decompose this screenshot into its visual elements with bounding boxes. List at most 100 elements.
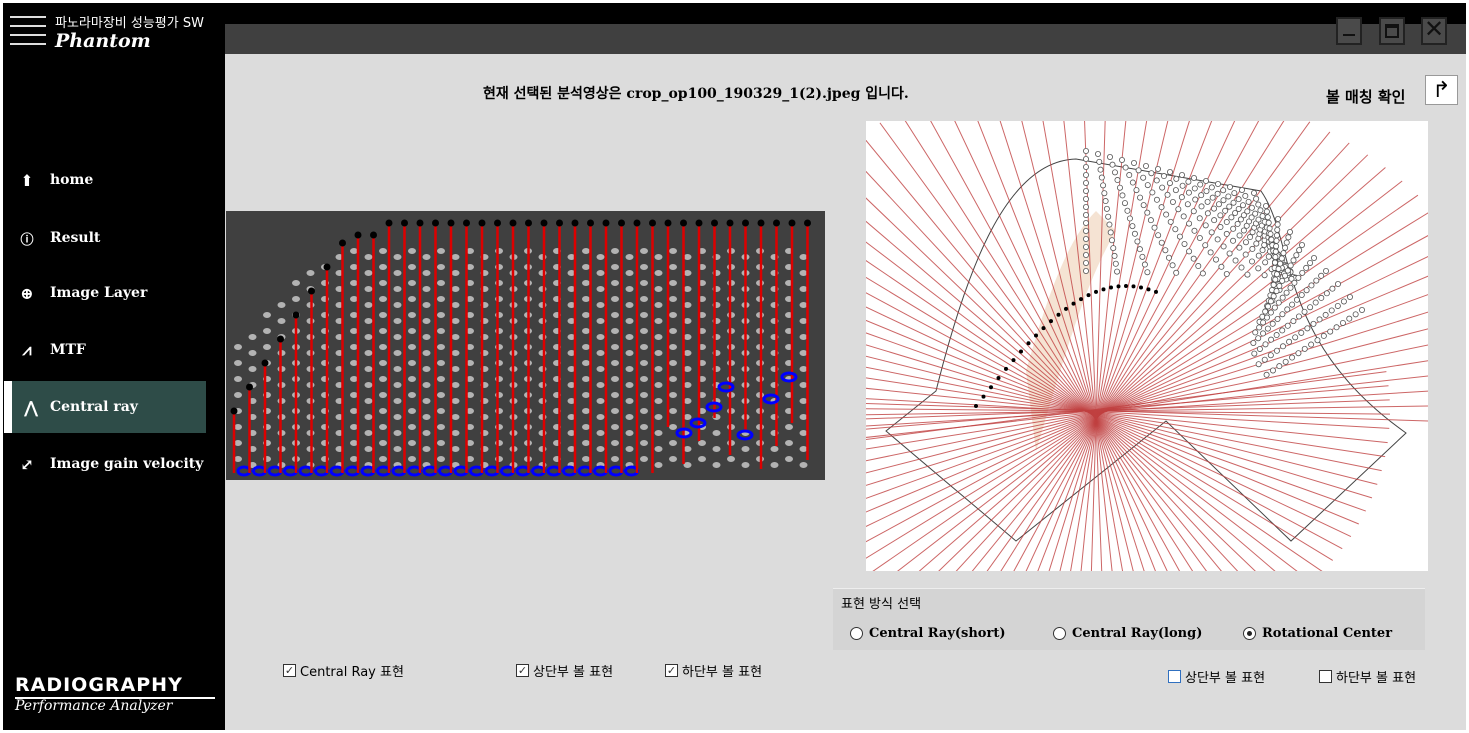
ball-circle — [1169, 199, 1176, 206]
phantom-ball — [495, 248, 503, 254]
ball-circle — [1190, 255, 1197, 262]
phantom-ball — [640, 360, 648, 366]
ball-circle — [1298, 291, 1305, 298]
upper-ball-marker — [463, 219, 470, 227]
close-button[interactable]: ✕ — [1421, 17, 1447, 45]
upper-ball-marker — [308, 287, 315, 295]
ball-circle — [1248, 204, 1255, 211]
phantom-ball — [538, 398, 547, 404]
ball-circle — [1293, 296, 1300, 303]
ball-circle — [1329, 285, 1336, 292]
ball-circle — [1352, 311, 1359, 318]
ball-circle — [1211, 217, 1218, 224]
phantom-ball — [640, 264, 648, 270]
phantom-ball — [364, 302, 373, 308]
restore-button[interactable] — [1379, 17, 1405, 45]
ball-circle — [1236, 244, 1243, 251]
phantom-ball — [263, 312, 271, 318]
radio-rotational-center[interactable]: Rotational Center — [1243, 626, 1392, 641]
ball-circle — [1158, 239, 1165, 246]
phantom-ball — [727, 456, 735, 462]
ball-circle — [1220, 187, 1227, 194]
ball-circle — [1098, 174, 1105, 181]
ball-circle — [1202, 222, 1209, 229]
phantom-ball — [698, 456, 706, 462]
ball-circle — [1303, 287, 1310, 294]
ball-match-label: 볼 매칭 확인 — [1326, 88, 1406, 106]
redo-arrow-icon: ↱ — [1432, 77, 1451, 102]
ball-circle — [1287, 284, 1294, 291]
ball-circle — [1255, 252, 1262, 259]
central-ray-xray-image — [226, 211, 825, 480]
ball-circle — [1165, 254, 1172, 261]
right-lower-ball-checkbox[interactable]: 하단부 볼 표현 — [1319, 667, 1416, 686]
ball-circle — [1313, 277, 1320, 284]
phantom-ball — [306, 270, 315, 276]
phantom-ball — [669, 312, 677, 318]
rotation-center-point — [1041, 326, 1046, 331]
radio-central-ray-short[interactable]: Central Ray(short) — [850, 626, 1006, 641]
phantom-ball — [437, 360, 445, 366]
phantom-ball — [582, 280, 590, 286]
ball-circle — [1185, 178, 1192, 185]
ball-circle — [1291, 279, 1298, 286]
lower-ball-checkbox[interactable]: ✓ 하단부 볼 표현 — [665, 661, 762, 680]
phantom-ball — [393, 446, 402, 452]
hamburger-menu-icon[interactable] — [10, 16, 46, 52]
rotation-center-point — [1086, 293, 1091, 298]
ball-circle — [1289, 301, 1296, 308]
phantom-ball — [393, 350, 402, 356]
rotation-center-point — [1079, 297, 1083, 302]
phantom-ball — [495, 280, 503, 286]
ball-circle — [1292, 334, 1299, 341]
ball-circle — [1274, 216, 1281, 223]
sidebar-item-result[interactable]: ⓘ Result — [4, 212, 206, 264]
pin-icon: ⤢ — [20, 454, 34, 474]
sidebar-item-image-gain-velocity[interactable]: ⤢ Image gain velocity — [4, 438, 206, 490]
sidebar-item-home[interactable]: ⬆ home — [4, 154, 206, 206]
phantom-ball — [640, 248, 648, 254]
central-ray-checkbox[interactable]: ✓ Central Ray 표현 — [283, 661, 404, 680]
sidebar-item-central-ray[interactable]: ⋀ Central ray — [4, 381, 206, 433]
rotational-center-diagram — [866, 121, 1428, 571]
phantom-ball — [640, 440, 648, 446]
ball-circle — [1238, 264, 1245, 271]
phantom-ball — [393, 414, 402, 420]
phantom-ball — [611, 456, 619, 462]
sidebar-item-mtf[interactable]: ⩘ MTF — [4, 324, 206, 376]
ray-line — [897, 180, 1403, 571]
radio-central-ray-long[interactable]: Central Ray(long) — [1053, 626, 1202, 641]
info-icon: ⓘ — [20, 232, 34, 248]
phantom-ball — [437, 456, 445, 462]
phantom-ball — [538, 334, 547, 340]
phantom-ball — [451, 350, 460, 356]
phantom-ball — [669, 248, 677, 254]
phantom-ball — [451, 446, 460, 452]
ball-circle — [1198, 203, 1205, 210]
ball-circle — [1280, 250, 1287, 257]
ball-circle — [1167, 218, 1174, 225]
phantom-ball — [654, 302, 663, 308]
minimize-button[interactable] — [1336, 17, 1362, 45]
upper-ball-marker — [401, 219, 408, 227]
ball-circle — [1082, 212, 1089, 219]
sidebar-item-image-layer[interactable]: ⊕ Image Layer — [4, 267, 206, 319]
right-upper-ball-checkbox[interactable]: 상단부 볼 표현 — [1168, 667, 1265, 686]
ball-circle — [1109, 161, 1116, 168]
upper-ball-marker — [525, 219, 532, 227]
ball-match-button[interactable]: ↱ — [1425, 75, 1458, 105]
ball-circle — [1235, 205, 1242, 212]
ball-circle — [1242, 192, 1249, 199]
phantom-ball — [611, 408, 619, 414]
ball-circle — [1262, 341, 1269, 348]
phantom-ball — [451, 286, 460, 292]
ball-circle — [1262, 203, 1269, 210]
upper-ball-marker — [354, 231, 362, 239]
upper-ball-checkbox[interactable]: ✓ 상단부 볼 표현 — [516, 661, 613, 680]
phantom-ball — [495, 264, 503, 270]
phantom-ball — [582, 328, 590, 334]
phantom-ball — [422, 398, 431, 404]
phantom-ball — [408, 408, 416, 414]
phantom-ball — [654, 366, 663, 372]
phantom-ball — [640, 280, 648, 286]
